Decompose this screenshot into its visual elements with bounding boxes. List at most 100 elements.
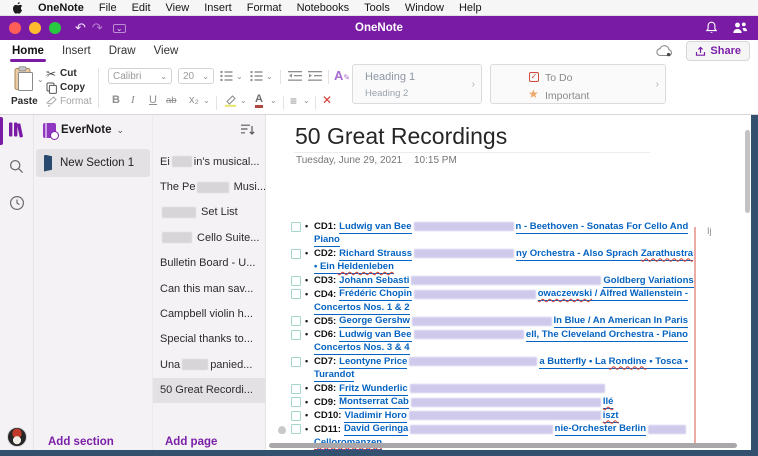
- cd-link-text[interactable]: Ludwig van Bee: [339, 221, 411, 234]
- todo-tag-label[interactable]: To Do: [545, 72, 572, 84]
- highlighter-dropdown-icon[interactable]: ⌄: [240, 96, 247, 105]
- menu-item-onenote[interactable]: OneNote: [38, 2, 84, 14]
- cd-link-text[interactable]: llé: [603, 396, 614, 409]
- cd-link-text[interactable]: Piano: [314, 234, 340, 247]
- cd-link-text[interactable]: Ludwig van Bee: [339, 329, 411, 342]
- todo-checkbox[interactable]: [291, 384, 301, 394]
- paragraph-handle-icon[interactable]: [278, 426, 286, 434]
- notifications-bell-icon[interactable]: [705, 21, 718, 35]
- page-list-item[interactable]: Set List: [153, 200, 266, 225]
- numbered-list-dropdown-icon[interactable]: ⌄: [266, 72, 273, 81]
- page-list-item[interactable]: Campbell violin h...: [153, 301, 266, 326]
- todo-checkbox[interactable]: [291, 357, 301, 367]
- cd-link-text[interactable]: Goldberg Variations: [603, 275, 693, 288]
- todo-checkbox[interactable]: [291, 249, 301, 259]
- notebook-selector[interactable]: EverNote ⌄: [34, 115, 152, 145]
- copy-icon[interactable]: [46, 82, 57, 94]
- copy-button-label[interactable]: Copy: [60, 82, 85, 93]
- page-list-item[interactable]: Bulletin Board - U...: [153, 251, 266, 276]
- paste-button-label[interactable]: Paste: [11, 96, 38, 107]
- menu-item-help[interactable]: Help: [459, 2, 482, 14]
- bullet-list-icon[interactable]: [220, 70, 233, 82]
- increase-indent-icon[interactable]: [308, 70, 322, 82]
- cd-link-text[interactable]: nie-Orchester Berlin: [555, 423, 646, 436]
- page-list-item[interactable]: 50 Great Recordi...: [153, 378, 266, 403]
- user-avatar[interactable]: [7, 427, 27, 447]
- cd-link-text[interactable]: In Blue / An American In Paris: [554, 315, 688, 328]
- page-title[interactable]: 50 Great Recordings: [295, 123, 507, 150]
- cd-link-text[interactable]: Montserrat Cab: [339, 396, 409, 409]
- search-icon[interactable]: [9, 159, 24, 174]
- page-list-item[interactable]: Cello Suite...: [153, 225, 266, 250]
- cd-link-text[interactable]: Vladimir Horo: [344, 410, 406, 423]
- section-item[interactable]: New Section 1: [36, 149, 150, 177]
- cd-link-text[interactable]: Richard Strauss: [339, 248, 412, 261]
- italic-button[interactable]: I: [131, 94, 135, 106]
- font-color-icon[interactable]: A: [255, 93, 263, 108]
- cd-link-text[interactable]: Leontyne Price: [339, 356, 407, 369]
- heading2-style[interactable]: Heading 2: [365, 88, 408, 99]
- share-button[interactable]: Share: [686, 41, 750, 61]
- cd-link-text[interactable]: Concertos Nos. 3 & 4: [314, 342, 410, 355]
- page-canvas[interactable]: 50 Great Recordings Tuesday, June 29, 20…: [265, 115, 751, 456]
- cd-link-text[interactable]: • Ein: [314, 261, 337, 274]
- format-painter-label[interactable]: Format: [60, 96, 92, 107]
- paste-dropdown-icon[interactable]: ⌄: [37, 75, 44, 84]
- sync-cloud-icon[interactable]: [656, 45, 674, 57]
- tab-home[interactable]: Home: [10, 40, 46, 62]
- cd-link-text[interactable]: • Tosca •: [647, 356, 688, 369]
- todo-checkbox[interactable]: [291, 316, 301, 326]
- underline-button[interactable]: U: [149, 94, 157, 106]
- recent-notes-clock-icon[interactable]: [9, 195, 25, 211]
- todo-checkbox[interactable]: [291, 222, 301, 232]
- tags-more-chevron-icon[interactable]: ›: [656, 79, 659, 90]
- menu-item-insert[interactable]: Insert: [204, 2, 232, 14]
- page-list-item[interactable]: Unapanied...: [153, 352, 266, 377]
- script-dropdown-icon[interactable]: ⌄: [203, 96, 210, 105]
- cd-link-text[interactable]: a Butterfly • La: [539, 356, 608, 369]
- cd-link-text[interactable]: ell, The Cleveland Orchestra - Piano: [526, 329, 688, 342]
- cd-link-text[interactable]: Heldenleben: [337, 261, 394, 274]
- todo-checkbox[interactable]: [291, 330, 301, 340]
- todo-checkbox[interactable]: [291, 276, 301, 286]
- font-size-combobox[interactable]: 20⌄: [178, 68, 214, 84]
- cd-link-text[interactable]: Turandot: [314, 369, 354, 382]
- todo-checkbox[interactable]: [291, 411, 301, 421]
- paste-button-icon[interactable]: [13, 66, 35, 93]
- cut-button-label[interactable]: Cut: [60, 68, 77, 79]
- cd-link-text[interactable]: Johann Sebasti: [339, 275, 409, 288]
- todo-checkbox[interactable]: [291, 289, 301, 299]
- clear-formatting-icon[interactable]: A✎: [334, 68, 350, 83]
- decrease-indent-icon[interactable]: [288, 70, 302, 82]
- tab-view[interactable]: View: [152, 40, 181, 62]
- heading-styles-gallery[interactable]: Heading 1 Heading 2 ›: [352, 64, 482, 104]
- format-painter-icon[interactable]: [46, 96, 57, 108]
- cd-link-text[interactable]: Rondine: [609, 356, 647, 369]
- cd-link-text[interactable]: owaczewski: [538, 288, 592, 301]
- menu-item-format[interactable]: Format: [247, 2, 282, 14]
- cd-link-text[interactable]: George Gershw: [339, 315, 410, 328]
- page-list-item[interactable]: Eiin's musical...: [153, 149, 266, 174]
- apple-menu-icon[interactable]: [12, 2, 23, 14]
- heading1-style[interactable]: Heading 1: [365, 71, 415, 83]
- cd-link-text[interactable]: ny Orchestra - Also Sprach: [516, 248, 641, 261]
- cd-link-text[interactable]: Frédéric Chopin: [339, 288, 412, 301]
- cd-link-text[interactable]: David Geringa: [344, 423, 408, 436]
- tab-insert[interactable]: Insert: [60, 40, 93, 62]
- numbered-list-icon[interactable]: [250, 70, 263, 82]
- share-people-icon[interactable]: [732, 21, 748, 35]
- vertical-scrollbar[interactable]: [745, 130, 750, 213]
- cd-link-text[interactable]: iszt: [603, 410, 619, 423]
- menu-item-edit[interactable]: Edit: [132, 2, 151, 14]
- page-list-item[interactable]: Special thanks to...: [153, 327, 266, 352]
- cut-scissors-icon[interactable]: ✂: [46, 67, 56, 81]
- styles-more-chevron-icon[interactable]: ›: [472, 79, 475, 90]
- important-tag-label[interactable]: Important: [545, 90, 589, 102]
- cd-link-text[interactable]: Zarathustra: [641, 248, 693, 261]
- cd-link-text[interactable]: Fritz Wunderlic: [339, 383, 407, 396]
- sort-pages-icon[interactable]: [240, 123, 255, 137]
- highlighter-icon[interactable]: [224, 94, 237, 107]
- bullet-list-dropdown-icon[interactable]: ⌄: [236, 72, 243, 81]
- subscript-button[interactable]: x₂: [189, 94, 199, 106]
- menu-item-tools[interactable]: Tools: [364, 2, 390, 14]
